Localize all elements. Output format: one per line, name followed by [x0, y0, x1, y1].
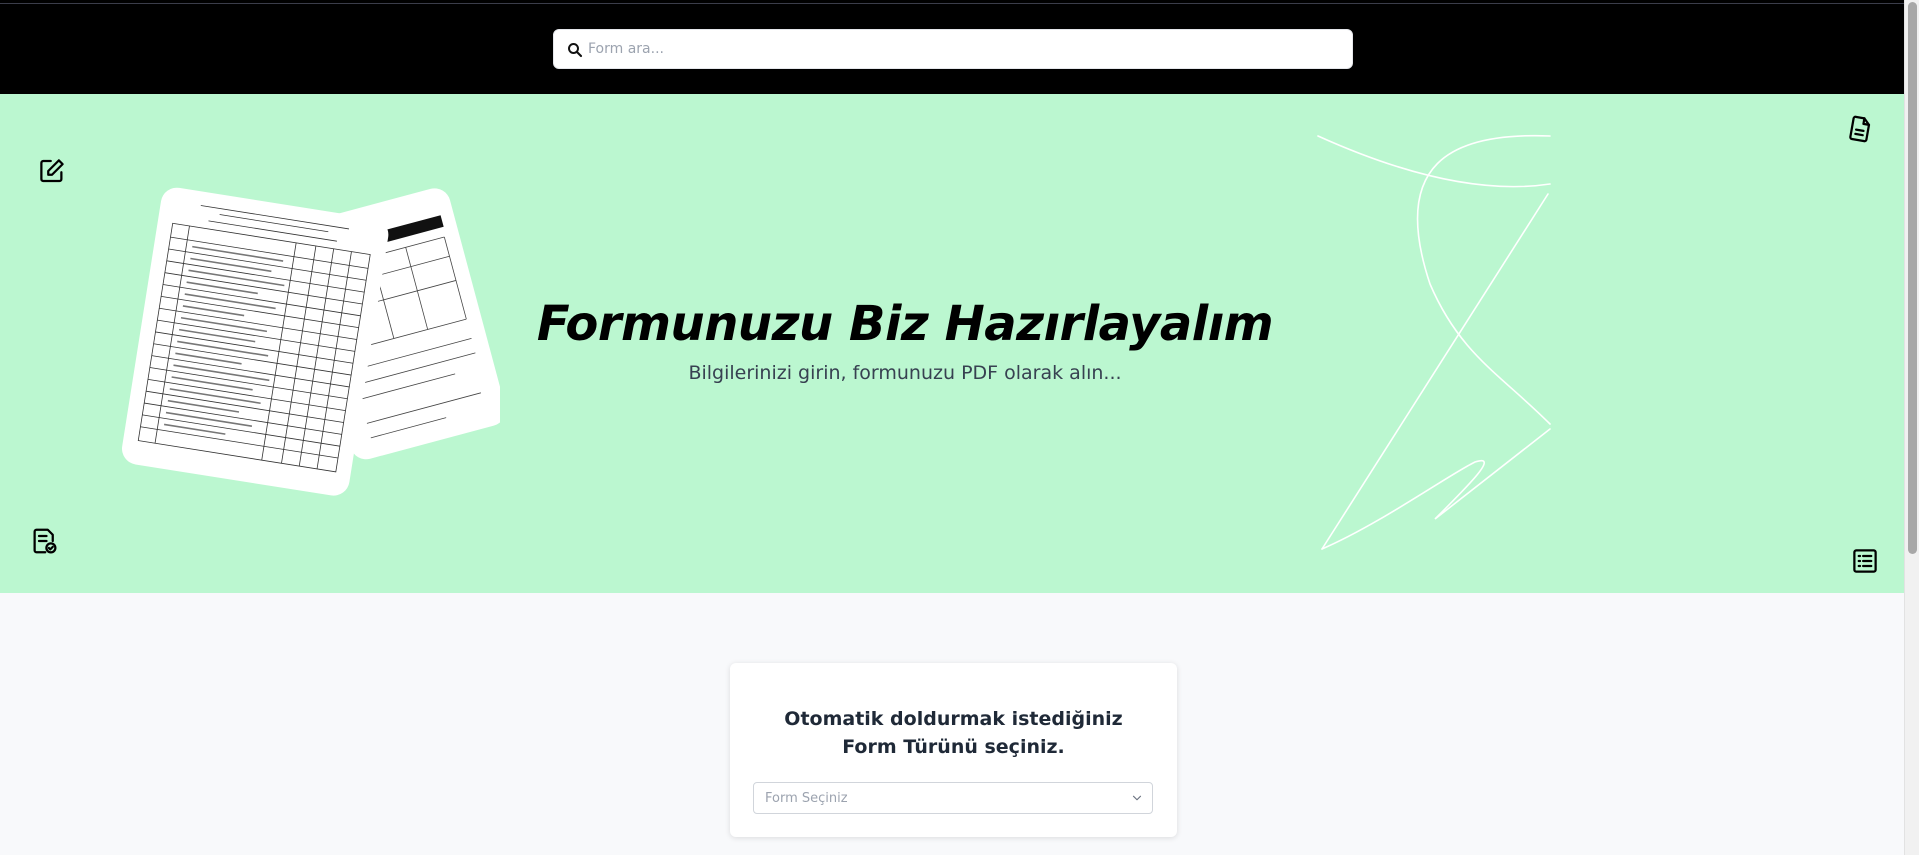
page-scrollbar[interactable]	[1904, 0, 1919, 855]
document-icon	[1849, 115, 1871, 143]
hero-section: Formunuzu Biz Hazırlayalım Bilgilerinizi…	[0, 94, 1904, 593]
top-rule	[0, 3, 1904, 4]
form-type-select[interactable]: Form Seçiniz	[753, 782, 1153, 814]
form-type-card: Otomatik doldurmak istediğiniz Form Türü…	[730, 663, 1177, 837]
hero-title: Formunuzu Biz Hazırlayalım	[536, 296, 1274, 352]
form-type-heading: Otomatik doldurmak istediğiniz Form Türü…	[784, 708, 1123, 758]
top-bar	[0, 0, 1904, 94]
edit-icon	[40, 159, 64, 183]
document-check-icon	[33, 528, 57, 554]
search-icon	[568, 43, 583, 58]
form-type-select-value: Form Seçiniz	[765, 791, 848, 806]
search-input[interactable]	[584, 30, 1344, 68]
chevron-down-icon	[1132, 795, 1142, 801]
search-box[interactable]	[553, 29, 1353, 69]
scrollbar-thumb[interactable]	[1908, 2, 1917, 554]
hero-subtitle: Bilgilerinizi girin, formunuzu PDF olara…	[688, 362, 1122, 384]
list-icon	[1853, 549, 1877, 573]
